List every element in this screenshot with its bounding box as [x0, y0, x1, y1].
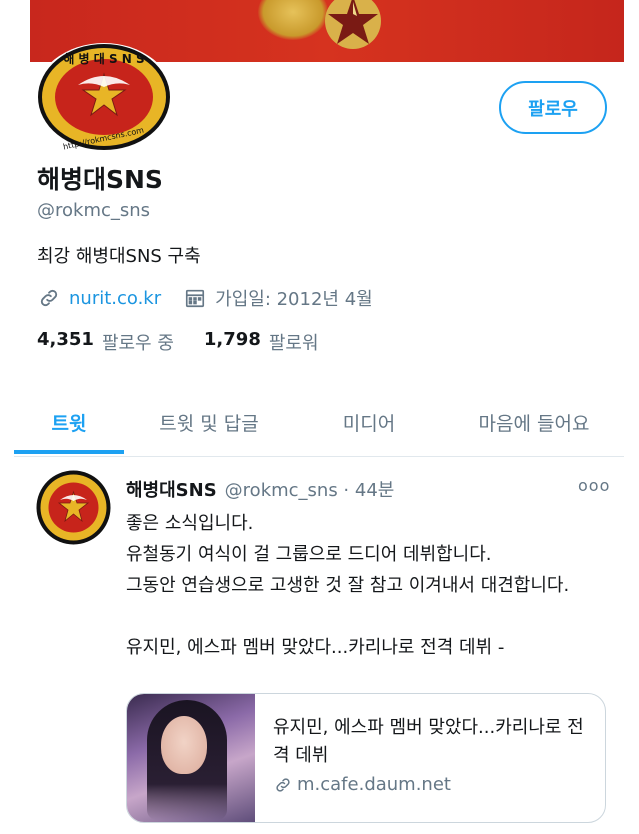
- profile-handle: @rokmc_sns: [37, 200, 151, 221]
- profile-tabs: 트윗 트윗 및 답글 미디어 마음에 들어요: [14, 392, 624, 456]
- link-card[interactable]: 유지민, 에스파 멤버 맞았다...카리나로 전격 데뷔 m.cafe.daum…: [126, 693, 606, 823]
- tab-tweets[interactable]: 트윗: [14, 392, 124, 452]
- tweet-header: 해병대SNS @rokmc_sns · 44분: [126, 476, 394, 502]
- more-icon[interactable]: ooo: [578, 476, 610, 495]
- followers-count[interactable]: 1,798: [204, 329, 261, 355]
- tweet-avatar[interactable]: [36, 470, 111, 545]
- tweet-text: 좋은 소식입니다. 유철동기 여식이 걸 그룹으로 드디어 데뷔합니다. 그동안…: [126, 513, 570, 658]
- link-card-url-row: m.cafe.daum.net: [273, 774, 451, 795]
- banner-eagle-emblem: [258, 0, 328, 40]
- profile-name: 해병대SNS: [37, 165, 163, 194]
- tweet-author-name[interactable]: 해병대SNS: [126, 476, 217, 502]
- tabs-divider: [14, 456, 624, 457]
- link-icon: [273, 775, 293, 795]
- thumbnail-face: [161, 716, 207, 774]
- profile-join-date: 가입일: 2012년 4월: [215, 289, 373, 310]
- banner-star-emblem: [325, 0, 381, 49]
- tab-media[interactable]: 미디어: [314, 392, 424, 452]
- link-card-thumbnail: [127, 694, 255, 822]
- tab-likes[interactable]: 마음에 들어요: [454, 392, 614, 452]
- profile-avatar[interactable]: 해 병 대 S N S http://rokmcsns.com: [33, 41, 175, 153]
- active-tab-indicator: [14, 450, 124, 454]
- tab-tweets-and-replies[interactable]: 트윗 및 답글: [134, 392, 284, 452]
- follow-button[interactable]: 팔로우: [499, 81, 607, 134]
- followers-label[interactable]: 팔로워: [269, 329, 319, 355]
- link-card-title: 유지민, 에스파 멤버 맞았다...카리나로 전격 데뷔: [273, 717, 584, 766]
- link-card-url: m.cafe.daum.net: [297, 774, 451, 795]
- link-icon: [37, 286, 61, 310]
- tweet-handle-time[interactable]: @rokmc_sns · 44분: [225, 476, 395, 502]
- profile-meta: nurit.co.kr 가입일: 2012년 4월: [37, 285, 373, 311]
- profile-stats: 4,351 팔로우 중 1,798 팔로워: [37, 329, 349, 355]
- profile-website-link[interactable]: nurit.co.kr: [69, 288, 161, 309]
- avatar-ring-text: 해 병 대 S N S: [63, 51, 144, 66]
- following-count[interactable]: 4,351: [37, 329, 94, 355]
- following-label[interactable]: 팔로우 중: [102, 329, 174, 355]
- profile-bio: 최강 해병대SNS 구축: [37, 246, 201, 267]
- calendar-icon: [183, 286, 207, 310]
